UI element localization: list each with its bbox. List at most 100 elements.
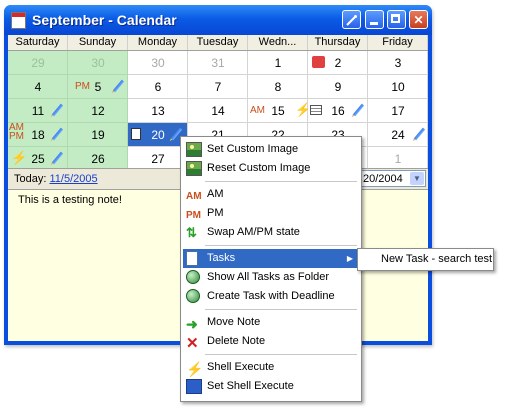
day-number: 30	[91, 56, 105, 70]
header-monday[interactable]: Monday	[128, 35, 188, 50]
menu-item-label: Show All Tasks as Folder	[207, 271, 330, 283]
day-number: 10	[391, 80, 405, 94]
tasks-icon	[186, 251, 198, 266]
menu-item-swap-am-pm[interactable]: ⇅ Swap AM/PM state	[183, 223, 359, 242]
day-cell[interactable]: 13	[128, 99, 188, 123]
menu-item-label: AM	[207, 188, 224, 200]
close-button[interactable]: ✕	[409, 10, 428, 29]
date-combobox-value: 20/2004	[363, 173, 403, 185]
day-cell-selected[interactable]: 20	[128, 123, 188, 147]
day-cell[interactable]: PM 5	[68, 75, 128, 99]
calendar-app-icon[interactable]	[11, 12, 26, 29]
swap-icon: ⇅	[186, 225, 197, 240]
date-combobox[interactable]: 20/2004 ▼	[360, 170, 426, 187]
window-title: September - Calendar	[32, 12, 177, 28]
day-cell[interactable]: 6	[128, 75, 188, 99]
menu-separator	[205, 354, 357, 355]
red-x-icon: ✕	[186, 335, 199, 352]
menu-item-label: Set Custom Image	[207, 143, 299, 155]
day-header-row: Saturday Sunday Monday Tuesday Wedn... T…	[8, 35, 428, 51]
close-icon: ✕	[413, 13, 424, 27]
menu-item-shell-execute[interactable]: ⚡ Shell Execute	[183, 358, 359, 377]
header-tuesday[interactable]: Tuesday	[188, 35, 248, 50]
day-cell[interactable]: 4	[8, 75, 68, 99]
day-number: 26	[91, 152, 105, 166]
submenu-arrow-icon: ▶	[346, 254, 353, 263]
today-date-link[interactable]: 11/5/2005	[49, 173, 97, 185]
day-cell[interactable]: 9	[308, 75, 368, 99]
am-icon: AM	[186, 191, 202, 202]
day-number: 2	[334, 56, 342, 70]
day-cell[interactable]: 30	[128, 51, 188, 75]
day-cell[interactable]: 31	[188, 51, 248, 75]
minimize-button[interactable]	[365, 10, 384, 29]
day-number: 30	[151, 56, 165, 70]
menu-item-label: Swap AM/PM state	[207, 226, 300, 238]
menu-item-label: Create Task with Deadline	[207, 290, 335, 302]
maximize-button[interactable]	[387, 10, 406, 29]
day-number: 1	[394, 152, 402, 166]
header-saturday[interactable]: Saturday	[8, 35, 68, 50]
header-sunday[interactable]: Sunday	[68, 35, 128, 50]
header-friday[interactable]: Friday	[368, 35, 428, 50]
day-cell[interactable]: 12	[68, 99, 128, 123]
day-cell[interactable]: 8	[248, 75, 308, 99]
bolt-icon: ⚡	[186, 361, 204, 377]
wand-button[interactable]	[342, 10, 361, 29]
day-cell[interactable]: 29	[8, 51, 68, 75]
day-cell[interactable]: 7	[188, 75, 248, 99]
chevron-down-icon[interactable]: ▼	[410, 172, 424, 185]
day-cell[interactable]: 10	[368, 75, 428, 99]
today-text: Today:	[14, 173, 47, 185]
day-number: 27	[151, 152, 165, 166]
menu-item-create-task-with-deadline[interactable]: Create Task with Deadline	[183, 287, 359, 306]
day-cell[interactable]: 24	[368, 123, 428, 147]
submenu-item-new-task[interactable]: New Task - search test	[381, 253, 492, 265]
title-bar[interactable]: September - Calendar ✕	[4, 5, 432, 35]
menu-item-pm[interactable]: PM PM	[183, 204, 359, 223]
day-cell[interactable]: 2	[308, 51, 368, 75]
day-cell[interactable]: 3	[368, 51, 428, 75]
day-cell[interactable]: AM 15 ⚡	[248, 99, 311, 123]
globe-icon	[186, 270, 200, 284]
today-label: Today: 11/5/2005	[14, 173, 98, 185]
menu-item-label: Delete Note	[207, 335, 266, 347]
day-cell[interactable]: 11	[8, 99, 68, 123]
day-cell[interactable]: 17	[368, 99, 428, 123]
menu-item-set-shell-execute[interactable]: Set Shell Execute	[183, 377, 359, 396]
week-row-2: 4 PM 5 6 7 8 9 10	[8, 75, 428, 99]
day-cell[interactable]: 1	[248, 51, 308, 75]
menu-item-reset-custom-image[interactable]: Reset Custom Image	[183, 159, 359, 178]
day-number: 3	[394, 56, 402, 70]
day-number: 19	[91, 128, 105, 142]
day-number: 31	[211, 56, 225, 70]
menu-separator	[205, 181, 357, 182]
menu-item-move-note[interactable]: ➜ Move Note	[183, 313, 359, 332]
green-arrow-icon: ➜	[186, 316, 198, 332]
menu-item-show-all-tasks-as-folder[interactable]: Show All Tasks as Folder	[183, 268, 359, 287]
note-text: This is a testing note!	[18, 194, 122, 206]
menu-item-delete-note[interactable]: ✕ Delete Note	[183, 332, 359, 352]
day-cell[interactable]: 19	[68, 123, 128, 147]
menu-item-set-custom-image[interactable]: Set Custom Image	[183, 140, 359, 159]
menu-item-am[interactable]: AM AM	[183, 185, 359, 204]
header-wednesday[interactable]: Wedn...	[248, 35, 308, 50]
menu-item-label: Set Shell Execute	[207, 380, 294, 392]
day-cell[interactable]: 16	[308, 99, 368, 123]
menu-item-tasks[interactable]: Tasks ▶	[183, 249, 359, 268]
week-row-3: 11 12 13 14 AM 15 ⚡ 16 17	[8, 99, 428, 123]
minimize-icon	[370, 22, 378, 25]
day-number: 9	[334, 80, 342, 94]
week-row-1: 29 30 30 31 1 2 3	[8, 51, 428, 75]
day-number: 6	[154, 80, 162, 94]
header-thursday[interactable]: Thursday	[308, 35, 368, 50]
day-cell[interactable]: 14	[188, 99, 248, 123]
wand-icon	[346, 15, 357, 26]
day-cell[interactable]: AM PM 18	[8, 123, 68, 147]
day-number: 17	[391, 104, 405, 118]
menu-item-label: Tasks	[207, 252, 236, 264]
day-cell[interactable]: 30	[68, 51, 128, 75]
day-number: 4	[34, 80, 42, 94]
menu-item-label: Shell Execute	[207, 361, 275, 373]
menu-item-label: Move Note	[207, 316, 261, 328]
